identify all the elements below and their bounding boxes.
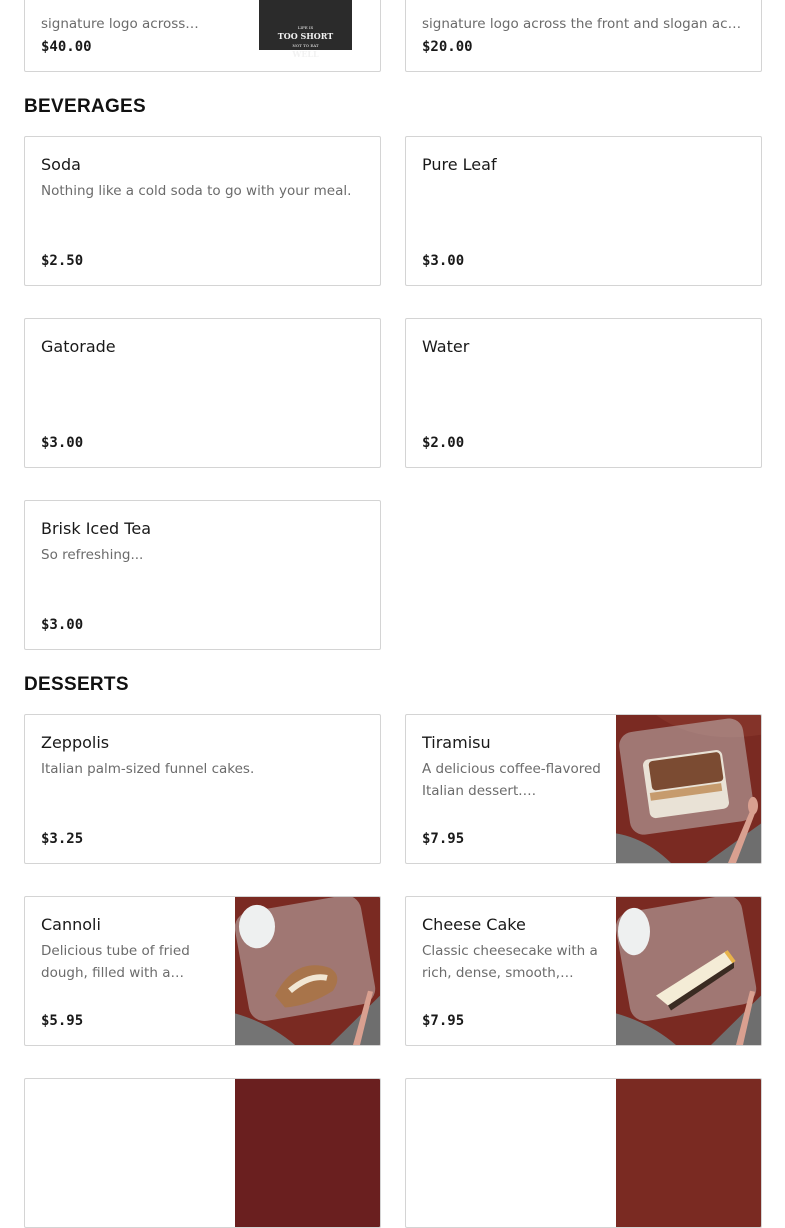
menu-item-card[interactable]: Cannoli Delicious tube of fried dough, f… [24,896,381,1046]
menu-item-name: Tiramisu [422,733,491,752]
dessert-image [616,1079,761,1227]
menu-item-card[interactable] [405,1078,762,1228]
menu-item-price: $7.95 [422,831,465,847]
menu-item-description: Nothing like a cold soda to go with your… [41,183,352,199]
menu-item-info: Tiramisu A delicious coffee-flavored Ita… [422,731,601,847]
dessert-image [235,1079,380,1227]
cannoli-image [235,897,380,1045]
menu-item-card[interactable]: signature logo across the front and slog… [405,0,762,72]
menu-item-name: Zeppolis [41,733,110,752]
menu-item-info: signature logo across the... $40.00 [41,0,220,55]
menu-item-info: Zeppolis Italian palm-sized funnel cakes… [41,731,364,847]
menu-item-price: $20.00 [422,39,473,55]
menu-item-price: $5.95 [41,1013,84,1029]
menu-item-price: $2.50 [41,253,84,269]
menu-item-price: $7.95 [422,1013,465,1029]
menu-item-description: So refreshing... [41,547,144,563]
menu-item-name: Gatorade [41,337,116,356]
menu-item-card[interactable]: Pure Leaf $3.00 [405,136,762,286]
menu-item-card[interactable]: Water $2.00 [405,318,762,468]
menu-item-price: $3.00 [422,253,465,269]
menu-item-name: Soda [41,155,81,174]
menu-item-name: Cannoli [41,915,101,934]
menu-item-price: $40.00 [41,39,92,55]
menu-item-card[interactable]: signature logo across the... $40.00 LIFE… [24,0,381,72]
menu-item-description: Italian palm-sized funnel cakes. [41,761,255,777]
shirt-image: LIFE IS TOO SHORT NOT TO EAT WELL [259,0,352,59]
menu-item-name: Pure Leaf [422,155,497,174]
shirt-slogan-line: WELL [292,49,319,59]
menu-item-card[interactable]: Brisk Iced Tea So refreshing... $3.00 [24,500,381,650]
menu-item-name: Water [422,337,470,356]
menu-item-card[interactable]: Gatorade $3.00 [24,318,381,468]
menu-item-card[interactable] [24,1078,381,1228]
tiramisu-image [616,715,761,863]
menu-item-description: A delicious coffee-flavored Italian dess… [422,761,601,799]
menu-item-info: Brisk Iced Tea So refreshing... $3.00 [41,517,364,633]
menu-item-info: Water $2.00 [422,335,745,451]
menu-item-price: $3.25 [41,831,84,847]
menu-item-info: Cheese Cake Classic cheesecake with a ri… [422,913,601,1029]
menu-item-card[interactable]: Tiramisu A delicious coffee-flavored Ita… [405,714,762,864]
menu-item-info: Gatorade $3.00 [41,335,364,451]
menu-item-name: Cheese Cake [422,915,526,934]
shirt-slogan-line: TOO SHORT [277,31,334,41]
menu-item-price: $2.00 [422,435,465,451]
menu-item-info: Soda Nothing like a cold soda to go with… [41,153,364,269]
menu-item-info: Pure Leaf $3.00 [422,153,745,269]
menu-item-card[interactable]: Soda Nothing like a cold soda to go with… [24,136,381,286]
cheesecake-image [616,897,761,1045]
menu-item-description: Classic cheesecake with a rich, dense, s… [422,943,598,981]
menu-item-name: Brisk Iced Tea [41,519,151,538]
section-title-desserts: DESSERTS [24,674,129,695]
section-title-beverages: BEVERAGES [24,96,147,117]
menu-item-description: signature logo across the... [41,16,186,32]
menu-item-price: $3.00 [41,435,84,451]
menu-item-card[interactable]: Zeppolis Italian palm-sized funnel cakes… [24,714,381,864]
menu-item-description: Delicious tube of fried dough, filled wi… [41,943,190,981]
menu-item-info: Cannoli Delicious tube of fried dough, f… [41,913,220,1029]
menu-item-card[interactable]: Cheese Cake Classic cheesecake with a ri… [405,896,762,1046]
menu-item-description: signature logo across the front and slog… [422,16,745,32]
menu-item-price: $3.00 [41,617,84,633]
menu-item-info: signature logo across the front and slog… [422,0,745,55]
